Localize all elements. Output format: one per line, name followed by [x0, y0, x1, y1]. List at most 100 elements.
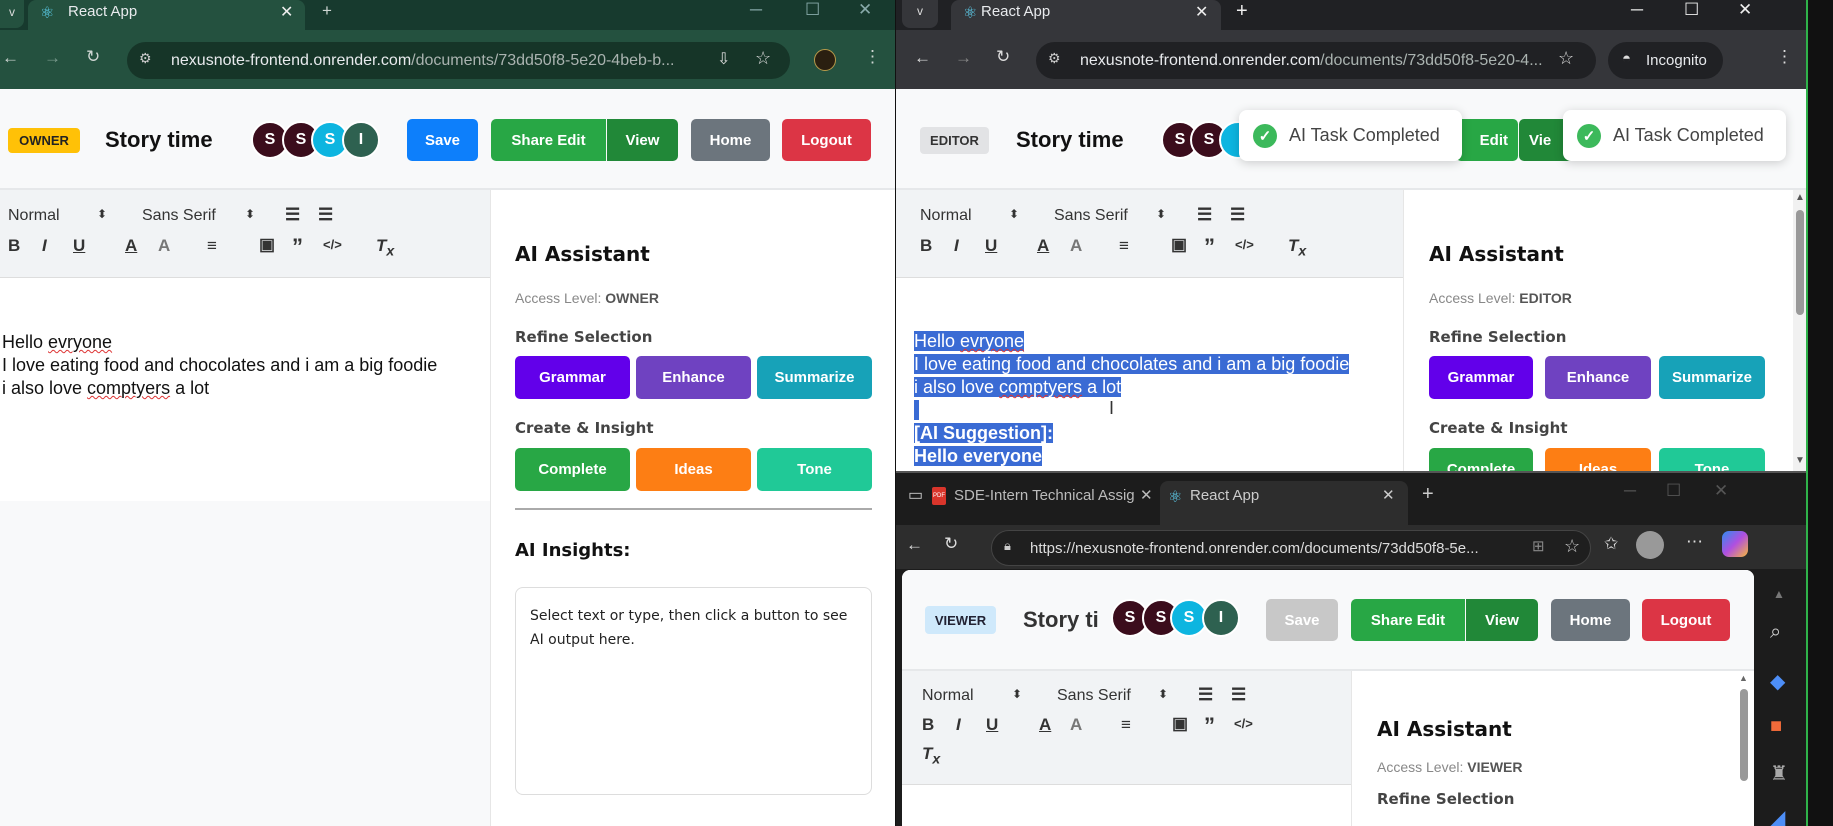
background-color-icon[interactable]: A	[1070, 236, 1082, 256]
document-editor[interactable]: Hello evryone I love eating food and cho…	[0, 278, 490, 501]
scrollbar-thumb[interactable]	[1740, 689, 1748, 781]
new-tab-icon[interactable]: +	[1422, 483, 1434, 506]
tone-button[interactable]: Tone	[757, 448, 872, 491]
menu-icon[interactable]: ⋮	[864, 47, 881, 67]
install-icon[interactable]: ⇩	[717, 49, 730, 69]
close-window-icon[interactable]: ✕	[858, 0, 872, 20]
incognito-indicator[interactable]: ◓ Incognito	[1608, 42, 1723, 79]
copilot-icon[interactable]	[1722, 531, 1748, 557]
tab-react-app[interactable]: ⚛ React App ✕	[951, 0, 1221, 30]
blockquote-icon[interactable]: ”	[1204, 713, 1215, 739]
share-edit-button[interactable]: Edit	[1456, 119, 1518, 161]
complete-button[interactable]: Complete	[1429, 448, 1533, 471]
address-bar[interactable]: 🔒︎ https://nexusnote-frontend.onrender.c…	[991, 530, 1591, 566]
align-icon[interactable]: ≡	[1119, 236, 1129, 256]
italic-icon[interactable]: I	[42, 236, 47, 256]
image-icon[interactable]: ▣	[1172, 714, 1188, 734]
profile-avatar[interactable]	[1636, 531, 1664, 559]
align-icon[interactable]: ≡	[207, 236, 217, 256]
bullet-list-icon[interactable]: ☰	[1230, 205, 1245, 225]
share-edit-button[interactable]: Share Edit	[1351, 599, 1465, 641]
shopping-tag-icon[interactable]: ◆	[1770, 669, 1785, 694]
close-tab-icon[interactable]: ✕	[1382, 486, 1395, 504]
blockquote-icon[interactable]: ”	[292, 234, 303, 260]
minimize-icon[interactable]: ─	[750, 0, 762, 20]
scrollbar[interactable]: ▲	[1737, 671, 1751, 826]
home-button[interactable]: Home	[1551, 599, 1630, 641]
address-bar[interactable]: ⚙ nexusnote-frontend.onrender.com/docume…	[1036, 42, 1596, 79]
site-info-icon[interactable]: ⚙	[139, 50, 152, 67]
text-color-icon[interactable]: A	[125, 236, 137, 256]
close-window-icon[interactable]: ✕	[1714, 481, 1728, 501]
heading-select-arrow-icon[interactable]: ⬍	[1009, 207, 1019, 221]
favorites-icon[interactable]: ✩	[1604, 534, 1618, 554]
ordered-list-icon[interactable]: ☰	[1197, 205, 1212, 225]
blockquote-icon[interactable]: ”	[1204, 234, 1215, 260]
scroll-up-icon[interactable]: ▲	[1739, 673, 1748, 683]
more-icon[interactable]: ⋯	[1686, 532, 1703, 552]
minimize-icon[interactable]: ─	[1624, 481, 1636, 501]
tab-search-button[interactable]: v	[0, 0, 24, 28]
outlook-icon[interactable]: ◢	[1770, 805, 1785, 826]
tab-search-button[interactable]: v	[902, 0, 938, 28]
enhance-button[interactable]: Enhance	[1545, 356, 1651, 399]
heading-select[interactable]: Normal	[920, 207, 972, 225]
underline-icon[interactable]: U	[985, 236, 997, 256]
reload-icon[interactable]: ↻	[86, 47, 100, 67]
clear-format-icon[interactable]: Tx	[376, 236, 394, 259]
grammar-button[interactable]: Grammar	[1429, 356, 1533, 399]
text-color-icon[interactable]: A	[1039, 715, 1051, 735]
profile-avatar[interactable]	[814, 49, 836, 71]
bullet-list-icon[interactable]: ☰	[1231, 685, 1246, 705]
italic-icon[interactable]: I	[954, 236, 959, 256]
share-edit-button[interactable]: Share Edit	[491, 119, 606, 161]
new-tab-icon[interactable]: +	[1236, 0, 1248, 23]
heading-select[interactable]: Normal	[8, 207, 60, 225]
heading-select-arrow-icon[interactable]: ⬍	[1012, 687, 1022, 701]
close-tab-icon[interactable]: ✕	[1195, 2, 1208, 22]
save-button[interactable]: Save	[407, 119, 478, 161]
sidebar-collapse-icon[interactable]: ▲	[1773, 587, 1785, 601]
font-select-arrow-icon[interactable]: ⬍	[1158, 687, 1168, 701]
complete-button[interactable]: Complete	[515, 448, 630, 491]
font-select[interactable]: Sans Serif	[1057, 687, 1131, 705]
split-screen-icon[interactable]: ⊞	[1532, 537, 1545, 555]
games-icon[interactable]: ♜	[1770, 761, 1788, 786]
code-block-icon[interactable]: </>	[1234, 716, 1253, 731]
ideas-button[interactable]: Ideas	[636, 448, 751, 491]
scrollbar-thumb[interactable]	[1796, 210, 1804, 315]
font-select[interactable]: Sans Serif	[142, 207, 216, 225]
maximize-icon[interactable]: ☐	[805, 0, 820, 20]
scroll-up-icon[interactable]: ▲	[1795, 192, 1805, 203]
maximize-icon[interactable]: ☐	[1666, 481, 1681, 501]
ordered-list-icon[interactable]: ☰	[285, 205, 300, 225]
bold-icon[interactable]: B	[920, 236, 932, 256]
forward-icon[interactable]: →	[44, 48, 61, 68]
summarize-button[interactable]: Summarize	[1659, 356, 1765, 399]
tab-pdf[interactable]: PDF SDE-Intern Technical Assignment ✕	[926, 481, 1166, 517]
forward-icon[interactable]: →	[955, 48, 972, 68]
share-view-button[interactable]: View	[1466, 599, 1538, 641]
close-tab-icon[interactable]: ✕	[280, 2, 293, 22]
image-icon[interactable]: ▣	[1171, 235, 1187, 255]
close-window-icon[interactable]: ✕	[1738, 0, 1752, 20]
bullet-list-icon[interactable]: ☰	[318, 205, 333, 225]
code-block-icon[interactable]: </>	[323, 237, 342, 252]
font-select-arrow-icon[interactable]: ⬍	[1156, 207, 1166, 221]
bold-icon[interactable]: B	[922, 715, 934, 735]
document-editor[interactable]: Hello evryone I love eating food and cho…	[896, 278, 1403, 471]
share-view-button[interactable]: View	[607, 119, 678, 161]
back-icon[interactable]: ←	[914, 48, 931, 68]
heading-select[interactable]: Normal	[922, 687, 974, 705]
close-tab-icon[interactable]: ✕	[1140, 486, 1153, 504]
logout-button[interactable]: Logout	[782, 119, 871, 161]
scrollbar[interactable]: ▲ ▼	[1793, 190, 1806, 471]
scroll-down-icon[interactable]: ▼	[1795, 455, 1805, 466]
underline-icon[interactable]: U	[986, 715, 998, 735]
favorite-star-icon[interactable]: ☆	[1564, 536, 1580, 557]
logout-button[interactable]: Logout	[1642, 599, 1730, 641]
tab-react-app[interactable]: ⚛ React App ✕	[28, 0, 305, 30]
font-select[interactable]: Sans Serif	[1054, 207, 1128, 225]
search-icon[interactable]: ⌕	[1770, 621, 1781, 644]
ideas-button[interactable]: Ideas	[1545, 448, 1651, 471]
